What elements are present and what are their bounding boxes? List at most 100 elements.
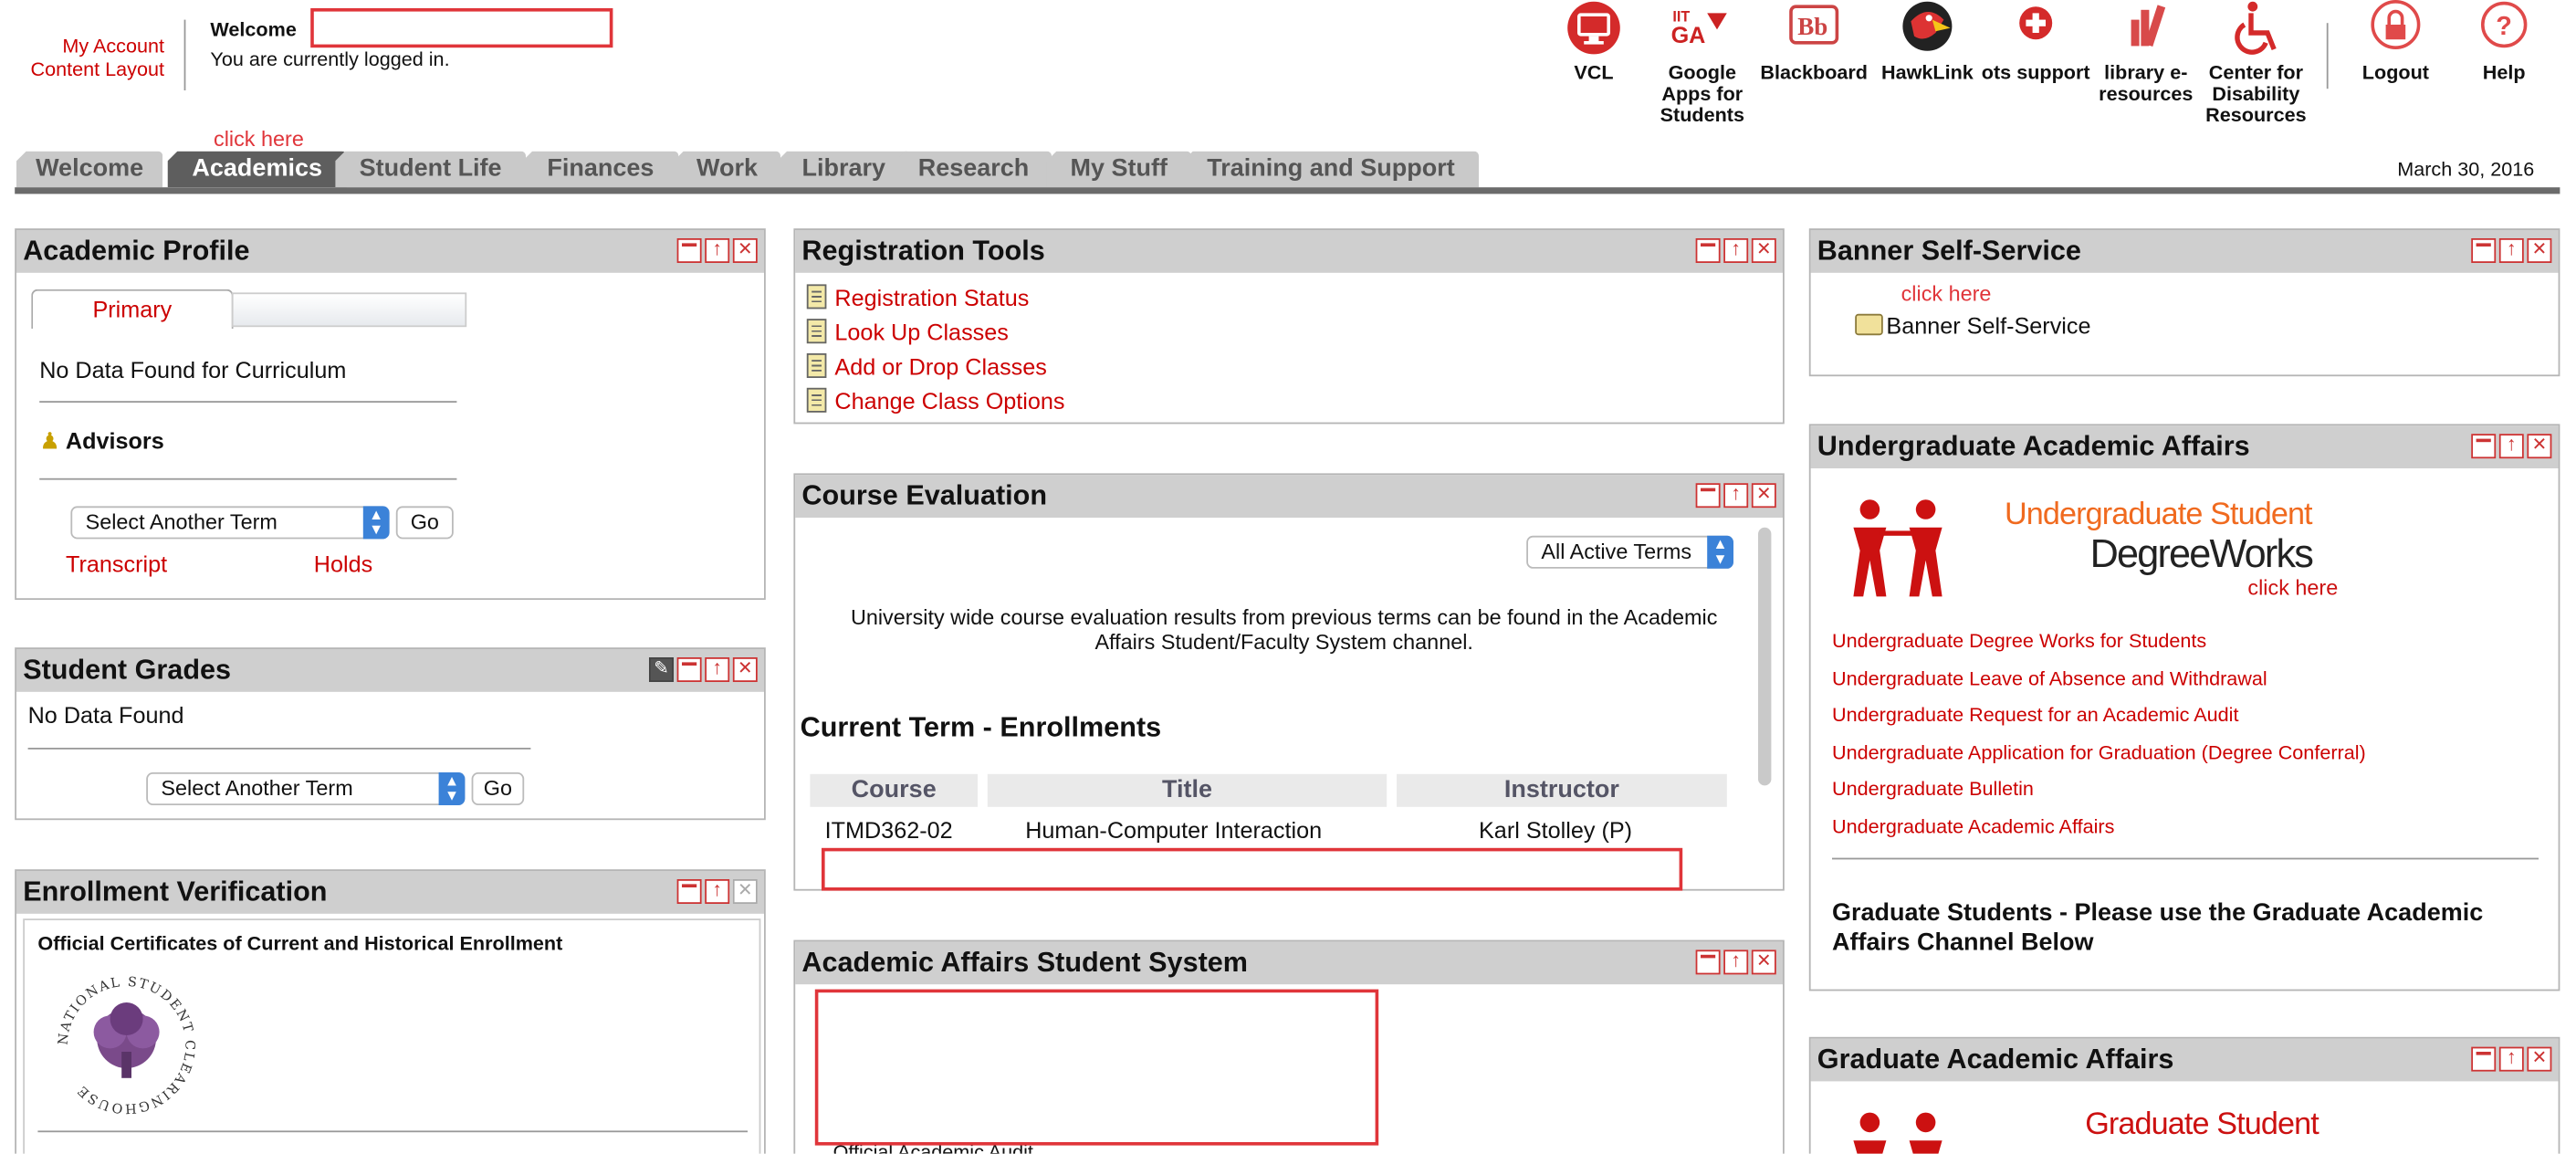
minimize-button[interactable] [1695,949,1721,975]
app-library[interactable]: library e-resources [2087,0,2205,105]
divider [37,1130,748,1133]
maximize-button[interactable] [1723,949,1749,975]
app-disability[interactable]: Center for Disability Resources [2197,0,2316,127]
minimize-button[interactable] [2471,238,2497,263]
tab-student-life[interactable]: Student Life [335,151,526,188]
minimize-button[interactable] [1695,483,1721,509]
select-arrow-icon: ▲ ▼ [362,506,390,540]
cell-course: ITMD362-02 [824,816,953,844]
portlet-title: Academic Affairs Student System [795,941,1783,985]
go-button[interactable]: Go [471,772,525,805]
portlet-title: Undergraduate Academic Affairs [1810,425,2559,468]
content-layout-link[interactable]: Content Layout [13,58,164,80]
tab-academics[interactable]: Academics [167,151,347,188]
minimize-button[interactable] [676,879,702,904]
close-button[interactable] [1751,949,1776,975]
maximize-button[interactable] [705,236,730,263]
edit-button[interactable] [649,657,674,682]
grad-logo-line1[interactable]: Graduate Student [2085,1107,2319,1144]
degreeworks-logo-line2[interactable]: DegreeWorks [2090,532,2314,578]
minimize-button[interactable] [676,238,702,263]
app-blackboard[interactable]: Bb Blackboard [1754,0,1873,84]
banner-link[interactable]: Banner Self-Service [1855,312,2091,339]
app-hawklink[interactable]: HawkLink [1869,0,1987,84]
request-academic-audit-link[interactable]: Undergraduate Request for an Academic Au… [1832,697,2366,734]
tab-training-support[interactable]: Training and Support [1183,151,1479,188]
close-button[interactable] [2527,238,2552,263]
maximize-button[interactable] [1723,236,1749,263]
term-select[interactable]: Select Another Term ▲ ▼ [70,506,390,540]
advisors-heading: ♟ Advisors [39,427,164,454]
minimize-button[interactable] [2471,1046,2497,1072]
transcript-link[interactable]: Transcript [66,551,167,577]
column-header-title: Title [987,773,1387,807]
change-class-options-link[interactable]: Change Class Options [806,384,1065,419]
scrollbar[interactable] [1758,527,1772,786]
tab-research[interactable]: Research [895,151,1052,188]
terms-select[interactable]: All Active Terms ▲ ▼ [1526,535,1733,569]
degreeworks-people-icon[interactable] [1844,495,1959,600]
tab-my-stuff[interactable]: My Stuff [1046,151,1191,188]
document-icon [806,284,827,309]
document-icon [806,353,827,378]
degreeworks-click-here[interactable]: click here [2247,575,2338,600]
evaluation-info-text: University wide course evaluation result… [850,604,1718,655]
go-button[interactable]: Go [395,506,454,540]
maximize-button[interactable] [1723,481,1749,509]
lock-icon [2337,0,2456,62]
close-button[interactable] [732,657,758,682]
leave-of-absence-link[interactable]: Undergraduate Leave of Absence and Withd… [1832,660,2366,698]
term-select[interactable]: Select Another Term ▲ ▼ [146,772,466,805]
app-vcl[interactable]: VCL [1534,0,1653,84]
divider [27,748,531,750]
current-date: March 30, 2016 [2397,157,2535,181]
redacted-name-box [310,8,613,48]
academic-affairs-system-portlet: Academic Affairs Student System Official… [793,939,1785,1154]
application-graduation-link[interactable]: Undergraduate Application for Graduation… [1832,734,2366,771]
tab-welcome[interactable]: Welcome [16,151,163,188]
maximize-button[interactable] [705,656,730,682]
app-google[interactable]: IIT GA Google Apps for Students [1643,0,1762,127]
portlet-title: Academic Profile [16,230,764,273]
close-button[interactable] [2527,1046,2552,1072]
my-account-link[interactable]: My Account [13,35,164,58]
clearinghouse-seal[interactable]: NATIONAL STUDENT CLEARINGHOUSE [47,966,205,1124]
app-label: Help [2482,60,2526,84]
app-ots-support[interactable]: ots support [1976,0,2095,84]
degreeworks-logo-line1[interactable]: Undergraduate Student [2005,498,2313,534]
redacted-row-box [822,847,1683,891]
registration-status-link[interactable]: Registration Status [806,281,1065,316]
tab-finances[interactable]: Finances [522,151,679,188]
minimize-button[interactable] [1695,238,1721,263]
tab-secondary[interactable] [231,292,467,328]
undergrad-academic-affairs-link[interactable]: Undergraduate Academic Affairs [1832,808,2366,845]
tab-library[interactable]: Library [777,151,911,188]
close-button[interactable] [1751,238,1776,263]
undergraduate-bulletin-link[interactable]: Undergraduate Bulletin [1832,771,2366,808]
logout-button[interactable]: Logout [2337,0,2456,84]
app-label: ots support [1981,60,2090,84]
maximize-button[interactable] [2498,236,2524,263]
degree-works-link[interactable]: Undergraduate Degree Works for Students [1832,623,2366,659]
minimize-button[interactable] [676,657,702,682]
document-icon [806,319,827,344]
column-header-course: Course [810,773,978,807]
close-button[interactable] [1751,483,1776,509]
close-button[interactable] [2527,434,2552,459]
maximize-button[interactable] [2498,1045,2524,1072]
library-icon [2087,0,2205,62]
minimize-button[interactable] [2471,434,2497,459]
maximize-button[interactable] [2498,432,2524,459]
close-button[interactable] [732,238,758,263]
tab-work[interactable]: Work [674,151,780,188]
close-button[interactable] [732,879,758,904]
verification-content: Official Certificates of Current and His… [23,918,761,1154]
look-up-classes-link[interactable]: Look Up Classes [806,316,1065,351]
help-button[interactable]: ? Help [2445,0,2563,84]
holds-link[interactable]: Holds [314,551,372,577]
app-label: VCL [1574,60,1614,84]
add-drop-classes-link[interactable]: Add or Drop Classes [806,350,1065,384]
tab-primary[interactable]: Primary [31,288,234,329]
maximize-button[interactable] [705,877,730,904]
grad-people-icon[interactable] [1844,1107,1959,1154]
